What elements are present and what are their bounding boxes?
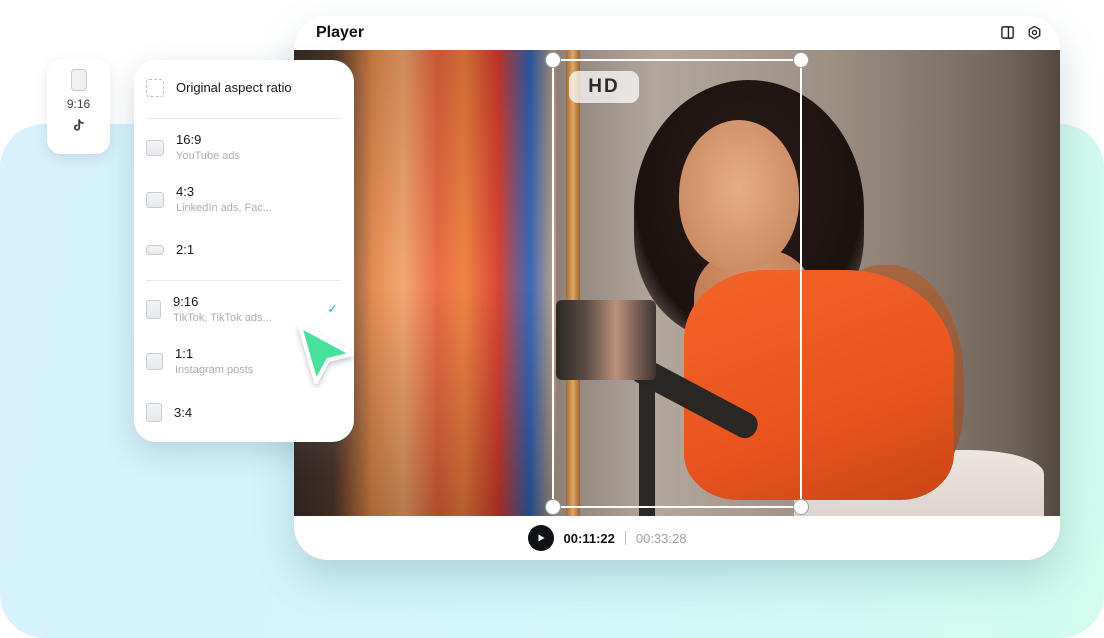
menu-item-sub: TikTok, TikTok ads... (173, 312, 272, 324)
menu-item-label: 1:1 (175, 346, 194, 361)
menu-item-label: 16:9 (176, 132, 202, 147)
player-title: Player (316, 24, 365, 41)
menu-item-label: 9:16 (173, 294, 199, 309)
menu-item-2-1[interactable]: 2:1 (146, 242, 342, 258)
play-icon (538, 534, 545, 542)
player-controls: 00:11:22 00:33:28 (294, 516, 1060, 560)
ratio-4-3-icon (146, 191, 164, 208)
crop-handle-bottom-right[interactable] (793, 499, 809, 515)
menu-item-16-9[interactable]: 16:9 YouTube ads (146, 132, 342, 163)
menu-item-original[interactable]: Original aspect ratio (146, 79, 342, 97)
menu-item-label: 4:3 (176, 184, 195, 199)
crop-handle-top-left[interactable] (545, 52, 561, 68)
tiktok-icon (73, 119, 85, 135)
portrait-ratio-icon (70, 69, 87, 91)
cursor-arrow-icon (298, 324, 354, 384)
crop-handle-top-right[interactable] (793, 52, 809, 68)
player-header: Player (294, 16, 1060, 50)
menu-item-label: Original aspect ratio (176, 80, 292, 95)
current-time: 00:11:22 (563, 530, 615, 546)
ratio-9-16-icon (146, 300, 161, 319)
menu-item-label: 2:1 (176, 242, 195, 257)
check-icon: ✓ (327, 301, 338, 316)
menu-item-sub: LinkedIn ads, Fac... (176, 202, 272, 214)
crop-handle-bottom-left[interactable] (545, 499, 561, 515)
ratio-1-1-icon (146, 353, 163, 370)
hd-badge: HD (569, 71, 639, 103)
ratio-chip[interactable]: 9:16 (47, 59, 110, 154)
header-icons (1000, 25, 1042, 40)
split-view-icon[interactable] (1000, 25, 1015, 40)
time-separator (624, 531, 626, 545)
settings-icon[interactable] (1027, 25, 1042, 40)
video-preview[interactable]: HD (294, 50, 1060, 516)
play-button[interactable] (527, 525, 554, 551)
menu-item-sub: Instagram posts (175, 364, 254, 376)
ratio-3-4-icon (146, 403, 162, 422)
menu-item-sub: YouTube ads (176, 150, 241, 162)
menu-item-4-3[interactable]: 4:3 LinkedIn ads, Fac... (146, 184, 342, 215)
chip-ratio-label: 9:16 (66, 97, 91, 111)
crop-frame[interactable]: HD (545, 52, 809, 515)
menu-divider (146, 118, 340, 119)
dashed-frame-icon (146, 79, 164, 97)
menu-item-label: 3:4 (174, 404, 193, 420)
menu-divider (146, 280, 340, 281)
total-time: 00:33:28 (635, 530, 687, 546)
menu-item-3-4[interactable]: 3:4 (146, 403, 342, 422)
ratio-2-1-icon (146, 245, 164, 255)
ratio-16-9-icon (146, 139, 164, 156)
player-window: Player HD 00:11:22 00:33:28 (294, 16, 1060, 560)
